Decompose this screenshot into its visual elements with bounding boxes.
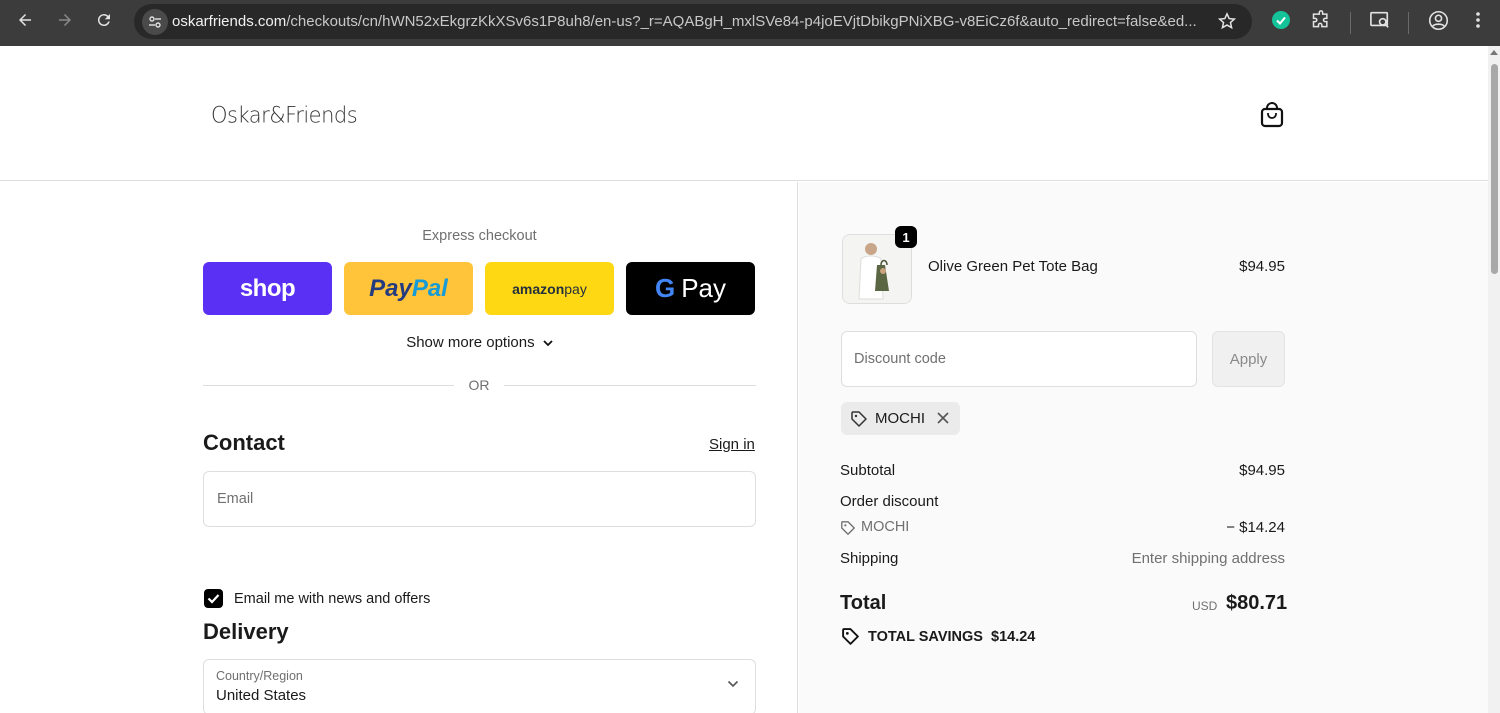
divider-right [504,385,756,386]
subtotal-label: Subtotal [840,462,896,479]
total-label: Total [840,592,887,614]
address-bar[interactable]: oskarfriends.com/checkouts/cn/hWN52xEkgr… [134,4,1252,39]
shop-pay-button[interactable]: shop [203,262,332,315]
reading-list-icon[interactable] [1369,10,1391,35]
site-info-icon[interactable] [142,9,168,35]
amazon-pay-button[interactable]: amazon pay [485,262,614,315]
order-summary-column: 1 Olive Green Pet Tote Bag $94.95 Discou… [799,182,1488,713]
reload-button[interactable] [92,8,116,32]
country-value: United States [216,687,307,704]
url-domain: oskarfriends.com [172,13,287,30]
shipping-label: Shipping [840,550,899,567]
profile-icon[interactable] [1428,10,1449,36]
sign-in-link[interactable]: Sign in [709,436,755,453]
scrollbar-thumb[interactable] [1491,64,1498,274]
show-more-options-label: Show more options [406,334,535,351]
url-text[interactable]: oskarfriends.com/checkouts/cn/hWN52xEkgr… [172,13,1202,30]
toolbar-divider [1408,12,1409,34]
checkout-form-column: Express checkout shop Pay Pal amazon pay … [0,182,798,713]
discount-value: − $14.24 [1226,519,1285,536]
bookmark-star-icon[interactable] [1217,12,1237,35]
shipping-value: Enter shipping address [1131,550,1285,567]
total-savings: TOTAL SAVINGS $14.24 [868,629,1035,645]
extension-grammarly-icon[interactable] [1271,10,1291,35]
subtotal-value: $94.95 [1239,462,1285,479]
quantity-badge: 1 [895,226,917,248]
applied-code-label: MOCHI [875,410,925,427]
amazon-logo: amazon [512,280,565,297]
total-savings-label: TOTAL SAVINGS [868,629,983,645]
reload-icon [97,14,110,27]
product-name: Olive Green Pet Tote Bag [928,258,1098,275]
remove-discount-close-icon[interactable] [934,409,952,427]
google-pay-button[interactable]: G Pay [626,262,755,315]
tag-icon [841,521,855,535]
extensions-puzzle-icon[interactable] [1311,10,1331,35]
order-discount-label: Order discount [840,493,939,510]
or-divider-label: OR [468,377,490,393]
paypal-logo-part1: Pay [369,274,412,302]
google-g-icon: G [654,273,676,303]
email-placeholder: Email [217,491,254,507]
product-price: $94.95 [1239,258,1285,275]
paypal-logo-part2: Pal [411,274,448,302]
scroll-up-arrow-icon[interactable] [1490,50,1498,55]
discount-code-label: MOCHI [861,519,910,535]
apply-discount-button[interactable]: Apply [1212,331,1285,387]
divider-left [203,385,454,386]
arrow-left-icon [19,14,31,26]
savings-tag-icon [842,628,859,645]
checkmark-icon [207,594,220,604]
delivery-heading: Delivery [203,619,289,644]
email-field[interactable]: Email [203,471,756,527]
browser-menu-icon[interactable] [1472,10,1484,35]
paypal-button[interactable]: Pay Pal [344,262,473,315]
show-more-options-button[interactable]: Show more options [203,334,756,351]
shop-pay-logo: shop [239,274,296,302]
country-select[interactable]: Country/Region United States [203,659,756,713]
browser-toolbar: oskarfriends.com/checkouts/cn/hWN52xEkgr… [0,0,1500,46]
news-offers-label: Email me with news and offers [234,591,431,607]
discount-code-input[interactable]: Discount code [841,331,1197,387]
back-button[interactable] [13,8,37,32]
chevron-down-icon [543,340,553,347]
total-currency: USD [1192,599,1218,613]
discount-code-placeholder: Discount code [854,351,946,367]
chevron-down-icon [727,680,739,688]
total-savings-value: $14.24 [991,629,1036,645]
url-path: /checkouts/cn/hWN52xEkgrzKkXSv6s1P8uh8/e… [286,13,1197,30]
applied-discount-chip: MOCHI [841,402,960,435]
arrow-right-icon [59,14,71,26]
tag-icon [851,411,867,427]
checkout-page: Oskar&Friends Express checkout shop Pay P… [0,46,1488,713]
country-label: Country/Region [216,669,303,683]
total-value: $80.71 [1226,592,1288,614]
amazon-pay-label: pay [564,280,587,297]
news-offers-checkbox[interactable] [204,589,223,608]
toolbar-divider [1350,12,1351,34]
express-checkout-label: Express checkout [422,228,537,244]
contact-heading: Contact [203,430,285,455]
google-pay-label: Pay [681,273,727,303]
store-logo[interactable]: Oskar&Friends [211,102,358,127]
page-scrollbar[interactable] [1488,46,1500,713]
cart-bag-icon[interactable] [1259,101,1285,129]
forward-button[interactable] [53,8,77,32]
store-header: Oskar&Friends [0,46,1488,181]
